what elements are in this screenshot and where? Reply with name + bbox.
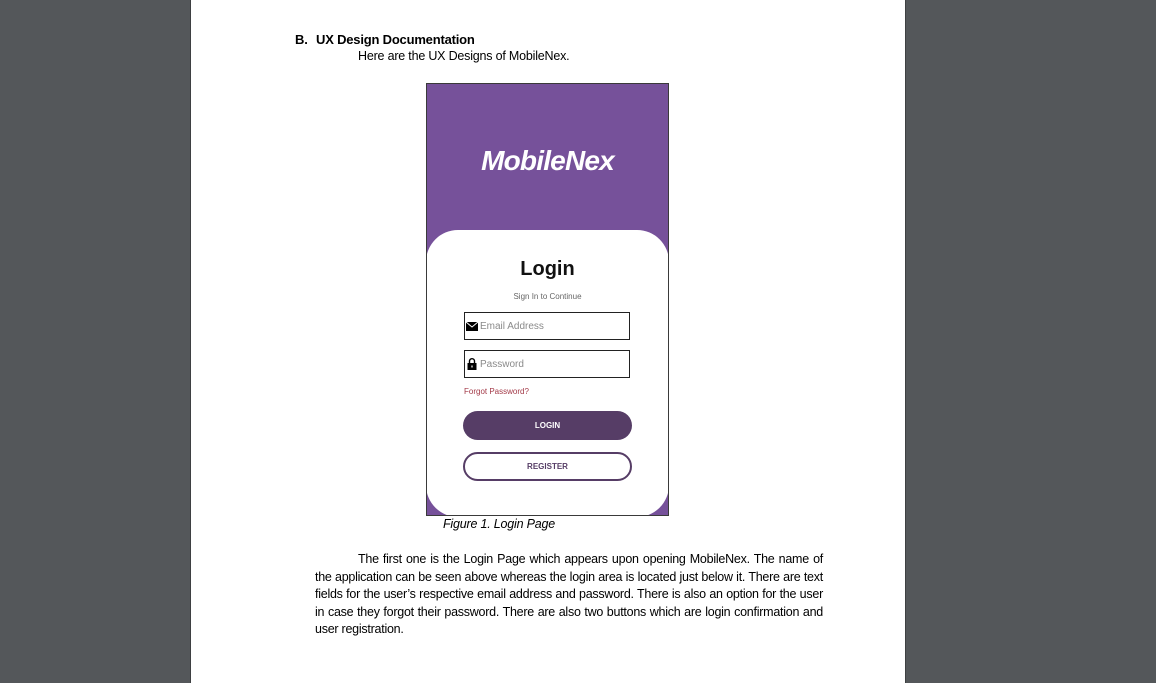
login-card: Login Sign In to Continue Forgot Passwor… bbox=[427, 230, 668, 515]
register-button[interactable]: REGISTER bbox=[463, 452, 632, 481]
envelope-icon bbox=[466, 320, 478, 332]
section-title: UX Design Documentation bbox=[316, 32, 475, 47]
email-input[interactable] bbox=[480, 320, 620, 332]
section-heading: B. UX Design Documentation bbox=[295, 32, 475, 47]
password-field[interactable] bbox=[464, 350, 630, 378]
app-logo: MobileNex bbox=[481, 145, 615, 176]
body-paragraph: The first one is the Login Page which ap… bbox=[315, 552, 823, 637]
section-letter: B. bbox=[295, 32, 308, 47]
forgot-password-link[interactable]: Forgot Password? bbox=[464, 387, 529, 396]
login-mockup-figure: MobileNex Login Sign In to Continue Forg… bbox=[426, 83, 669, 516]
lock-icon bbox=[466, 358, 478, 370]
section-intro: Here are the UX Designs of MobileNex. bbox=[358, 49, 570, 63]
figure-caption: Figure 1. Login Page bbox=[443, 517, 556, 531]
document-page: B. UX Design Documentation Here are the U… bbox=[190, 0, 906, 683]
login-title: Login bbox=[520, 258, 575, 280]
login-subtitle: Sign In to Continue bbox=[513, 292, 582, 301]
login-button[interactable]: LOGIN bbox=[463, 411, 632, 440]
password-input[interactable] bbox=[480, 358, 620, 370]
email-field[interactable] bbox=[464, 312, 630, 340]
